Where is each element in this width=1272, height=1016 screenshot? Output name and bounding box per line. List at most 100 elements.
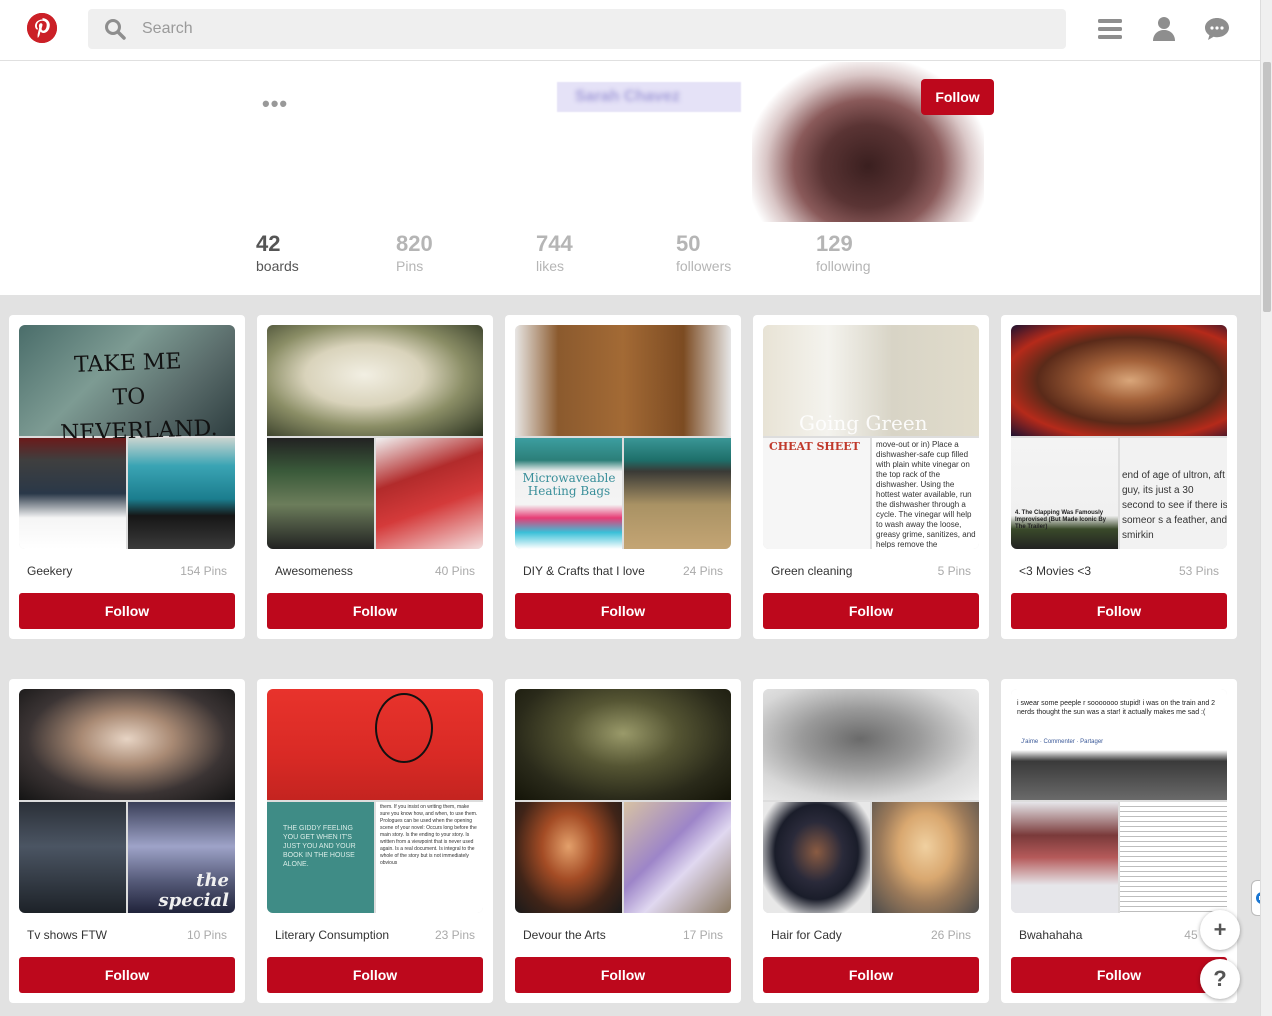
board-follow-button[interactable]: Follow xyxy=(1011,957,1227,993)
pin-count-label: Pins xyxy=(451,564,475,578)
pin-count-label: Pins xyxy=(947,928,971,942)
pin-count-label: Pins xyxy=(699,564,723,578)
cover-label: the special xyxy=(158,870,229,911)
pin-count-number: 23 xyxy=(434,928,449,942)
stat-value: 42 xyxy=(256,231,281,256)
board-pin-count: 24 Pins xyxy=(683,564,723,578)
board-pin-count: 154 Pins xyxy=(180,564,227,578)
board-pin-count: 53 Pins xyxy=(1179,564,1219,578)
scrollbar-thumb[interactable] xyxy=(1263,62,1271,312)
board-cover[interactable]: Going Green CHEAT SHEET move-out or in) … xyxy=(763,325,979,549)
board-follow-button[interactable]: Follow xyxy=(763,593,979,629)
cover-image-main: Going Green xyxy=(763,325,979,436)
pinterest-logo[interactable] xyxy=(27,13,57,43)
menu-icon[interactable] xyxy=(1096,14,1124,44)
cover-image-secondary xyxy=(515,802,622,913)
add-pin-button[interactable]: + xyxy=(1200,910,1240,950)
stat-followers[interactable]: 50 followers xyxy=(676,232,816,275)
stat-likes[interactable]: 744 likes xyxy=(536,232,676,275)
cover-text: them. If you insist on writing them, mak… xyxy=(380,804,478,866)
board-cover[interactable] xyxy=(515,689,731,913)
pin-count-number: 45 xyxy=(1184,928,1198,942)
pin-count-number: 53 xyxy=(1178,564,1193,578)
profile-icon[interactable] xyxy=(1150,14,1178,44)
cover-label: CHEAT SHEET xyxy=(769,440,860,453)
cover-image-secondary: Microwaveable Heating Bags xyxy=(515,438,622,549)
stat-value: 129 xyxy=(816,231,853,256)
cover-actions: J'aime · Commenter · Partager xyxy=(1021,739,1104,745)
cover-image-secondary xyxy=(19,802,126,913)
pin-count-number: 40 xyxy=(434,564,449,578)
cover-image-main xyxy=(267,689,483,800)
cover-image-tertiary: end of age of ultron, aft guy, its just … xyxy=(1120,438,1227,549)
cover-image-tertiary xyxy=(1120,802,1227,913)
board-pin-count: 17 Pins xyxy=(683,928,723,942)
cover-image-secondary xyxy=(19,438,126,549)
board-card-geekery[interactable]: TAKE ME TO NEVERLAND. Geekery 154 Pins F… xyxy=(9,315,245,639)
board-follow-button[interactable]: Follow xyxy=(19,957,235,993)
cover-image-tertiary: them. If you insist on writing them, mak… xyxy=(376,802,483,913)
cover-image-secondary xyxy=(763,802,870,913)
board-card-awesomeness[interactable]: Awesomeness 40 Pins Follow xyxy=(257,315,493,639)
board-cover[interactable]: i swear some peeple r sooooooo stupid! i… xyxy=(1011,689,1227,913)
pin-count-number: 154 xyxy=(180,564,201,578)
search-bar[interactable] xyxy=(88,9,1066,49)
board-follow-button[interactable]: Follow xyxy=(763,957,979,993)
cover-image-secondary: CHEAT SHEET xyxy=(763,438,870,549)
profile-name: Sarah Chavez xyxy=(557,82,741,112)
cover-image-tertiary: the special xyxy=(128,802,235,913)
page-scrollbar[interactable] xyxy=(1260,0,1272,1016)
board-cover[interactable]: THE GIDDY FEELING YOU GET WHEN IT'S JUST… xyxy=(267,689,483,913)
board-cover[interactable] xyxy=(763,689,979,913)
boards-grid: TAKE ME TO NEVERLAND. Geekery 154 Pins F… xyxy=(0,295,1260,1016)
stat-following[interactable]: 129 following xyxy=(816,231,956,275)
board-follow-button[interactable]: Follow xyxy=(267,593,483,629)
cover-image-tertiary xyxy=(624,802,731,913)
board-card-bwahahaha[interactable]: i swear some peeple r sooooooo stupid! i… xyxy=(1001,679,1237,1003)
board-card-devour-the-arts[interactable]: Devour the Arts 17 Pins Follow xyxy=(505,679,741,1003)
board-cover[interactable]: TAKE ME TO NEVERLAND. xyxy=(19,325,235,549)
stat-label: followers xyxy=(676,258,732,274)
board-follow-button[interactable]: Follow xyxy=(1011,593,1227,629)
more-options-button[interactable]: ••• xyxy=(262,91,288,117)
board-follow-button[interactable]: Follow xyxy=(267,957,483,993)
pin-count-label: Pins xyxy=(947,564,971,578)
board-pin-count: 23 Pins xyxy=(435,928,475,942)
board-card-diy-crafts[interactable]: Microwaveable Heating Bags DIY & Crafts … xyxy=(505,315,741,639)
cover-image-main xyxy=(515,689,731,800)
cover-image-main: i swear some peeple r sooooooo stupid! i… xyxy=(1011,689,1227,800)
balloon-shape xyxy=(375,693,433,763)
board-cover[interactable]: the special xyxy=(19,689,235,913)
cover-text: THE GIDDY FEELING YOU GET WHEN IT'S JUST… xyxy=(283,825,356,868)
cover-image-main xyxy=(19,689,235,800)
board-follow-button[interactable]: Follow xyxy=(19,593,235,629)
profile-header: ••• Sarah Chavez Follow 42 boards 820 Pi… xyxy=(0,62,1260,295)
cover-image-tertiary xyxy=(624,438,731,549)
board-card-tv-shows[interactable]: the special Tv shows FTW 10 Pins Follow xyxy=(9,679,245,1003)
board-card-green-cleaning[interactable]: Going Green CHEAT SHEET move-out or in) … xyxy=(753,315,989,639)
stat-boards[interactable]: 42 boards xyxy=(256,231,396,275)
messages-icon[interactable] xyxy=(1203,14,1231,44)
stat-pins[interactable]: 820 Pins xyxy=(396,232,536,275)
pin-count-label: Pins xyxy=(1195,564,1219,578)
search-input[interactable] xyxy=(142,20,942,38)
cover-image-secondary: 4. The Clapping Was Famously Improvised … xyxy=(1011,438,1118,549)
board-pin-count: 26 Pins xyxy=(931,928,971,942)
pin-count-number: 24 xyxy=(682,564,697,578)
board-cover[interactable]: Microwaveable Heating Bags xyxy=(515,325,731,549)
pin-count-number: 10 xyxy=(186,928,201,942)
board-cover[interactable] xyxy=(267,325,483,549)
board-title: Devour the Arts xyxy=(523,928,606,942)
top-nav-bar xyxy=(0,0,1260,61)
board-cover[interactable]: 4. The Clapping Was Famously Improvised … xyxy=(1011,325,1227,549)
board-follow-button[interactable]: Follow xyxy=(515,593,731,629)
board-card-literary[interactable]: THE GIDDY FEELING YOU GET WHEN IT'S JUST… xyxy=(257,679,493,1003)
board-card-movies[interactable]: 4. The Clapping Was Famously Improvised … xyxy=(1001,315,1237,639)
board-follow-button[interactable]: Follow xyxy=(515,957,731,993)
board-card-hair-for-cady[interactable]: Hair for Cady 26 Pins Follow xyxy=(753,679,989,1003)
profile-stats: 42 boards 820 Pins 744 likes 50 follower… xyxy=(256,231,956,275)
stat-label: likes xyxy=(536,258,565,274)
help-button[interactable]: ? xyxy=(1200,959,1240,999)
profile-follow-button[interactable]: Follow xyxy=(921,79,994,115)
cover-image-main xyxy=(763,689,979,800)
